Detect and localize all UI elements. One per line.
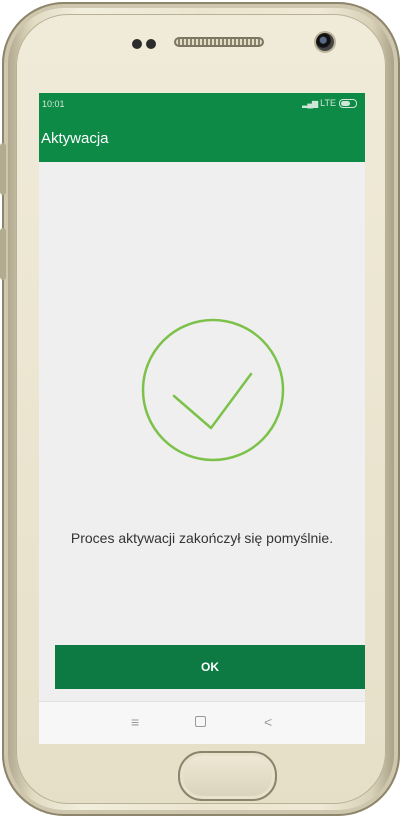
success-message: Proces aktywacji zakończył się pomyślnie…: [70, 530, 334, 546]
menu-icon[interactable]: ≡: [131, 714, 139, 730]
back-icon[interactable]: <: [264, 714, 272, 730]
status-time: 10:01: [42, 99, 65, 109]
back-key[interactable]: ⮌: [326, 760, 342, 794]
screen: 10:01 ▂▄▆ LTE Aktywacja Proces aktywacji…: [39, 93, 365, 744]
volume-button: [0, 143, 6, 195]
volume-button-lower: [0, 228, 6, 280]
front-camera-icon: [316, 33, 334, 51]
home-icon[interactable]: [195, 716, 206, 727]
status-indicators: ▂▄▆ LTE: [302, 98, 357, 108]
navigation-bar: ≡ <: [39, 701, 365, 744]
checkmark-circle-icon: [139, 316, 287, 464]
network-type: LTE: [320, 98, 336, 108]
battery-icon: [339, 98, 357, 108]
speaker-grill: [174, 37, 264, 47]
signal-icon: ▂▄▆: [302, 98, 318, 108]
app-bar: Aktywacja: [39, 117, 365, 162]
content-area: Proces aktywacji zakończył się pomyślnie…: [39, 162, 365, 701]
sensor-dots: [132, 36, 160, 54]
status-bar: 10:01 ▂▄▆ LTE: [39, 93, 365, 117]
page-title: Aktywacja: [41, 130, 109, 147]
recent-apps-key[interactable]: [98, 767, 122, 785]
ok-button[interactable]: OK: [55, 645, 365, 689]
home-key[interactable]: [178, 751, 277, 801]
